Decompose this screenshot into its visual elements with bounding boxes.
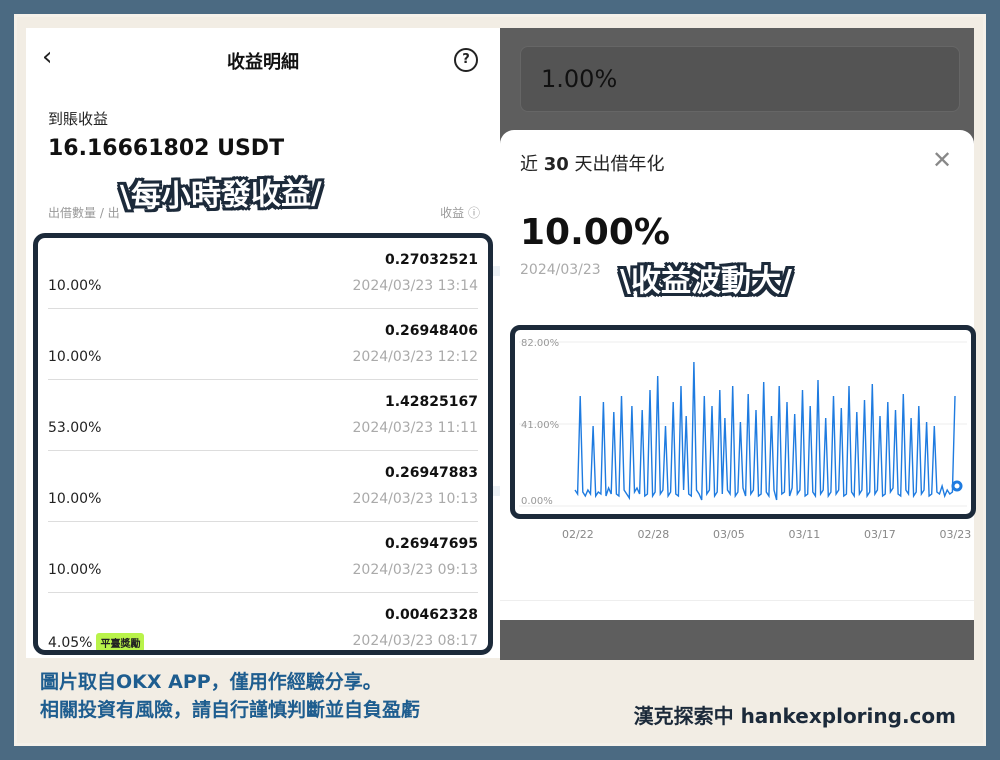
page-title: 收益明細 [227,52,299,73]
earnings-value: 16.16661802 USDT [48,136,285,161]
column-header-right: 收益 ⓘ [440,206,480,220]
earnings-list: 0.27032521 10.00% 2024/03/23 13:14 0.269… [33,233,493,655]
y-tick-label: 0.00% [521,496,553,507]
timestamp: 2024/03/23 11:11 [352,420,479,436]
list-item[interactable]: 0.26947695 10.00% 2024/03/23 09:13 [38,522,488,593]
lending-rate: 10.00% [48,491,102,507]
timestamp: 2024/03/23 13:14 [352,278,479,294]
earning-amount: 0.00462328 [385,607,478,623]
earnings-label: 到賬收益 [48,110,109,128]
lending-rate: 4.05% [48,635,93,651]
list-item[interactable]: 0.26948406 10.00% 2024/03/23 12:12 [38,309,488,380]
timestamp: 2024/03/23 12:12 [352,349,479,365]
timestamp: 2024/03/23 10:13 [352,491,479,507]
disclaimer-line-2: 相關投資有風險，請自行謹慎判斷並自負盈虧 [40,699,421,721]
x-tick-label: 03/17 [864,528,896,541]
caption-volatile-earnings: \收益波動大/ [620,264,792,299]
y-tick-label: 41.00% [521,420,559,431]
lending-rate: 10.00% [48,562,102,578]
sheet-title-prefix: 近 [520,154,544,175]
x-tick-label: 03/05 [713,528,745,541]
rate-line-chart: 82.00% 41.00% 0.00% [519,338,967,507]
earning-amount: 0.27032521 [385,252,478,268]
brand-label: 漢克探索中 hankexploring.com [633,704,956,728]
lending-rate: 10.00% [48,349,102,365]
earning-amount: 0.26948406 [385,323,478,339]
timestamp: 2024/03/23 08:17 [352,633,479,649]
column-header-left: 出借數量 / 出 [48,206,120,220]
rate-input[interactable]: 1.00% [520,46,960,112]
rate-chart: 82.00% 41.00% 0.00% [510,325,976,519]
list-item[interactable]: 1.42825167 53.00% 2024/03/23 11:11 [38,380,488,451]
last-point-marker[interactable] [951,480,963,492]
lending-rate-with-badge: 4.05% 平臺獎勵 [48,633,145,651]
timestamp: 2024/03/23 09:13 [352,562,479,578]
earning-amount: 1.42825167 [385,394,478,410]
close-icon[interactable]: ✕ [932,146,952,174]
y-tick-label: 82.00% [521,338,559,349]
rate-input-value: 1.00% [541,65,618,93]
lending-rate: 10.00% [48,278,102,294]
list-item[interactable]: 0.27032521 10.00% 2024/03/23 13:14 [38,238,488,309]
earning-amount: 0.26947695 [385,536,478,552]
x-tick-label: 03/11 [788,528,821,541]
lending-rate: 53.00% [48,420,102,436]
x-tick-label: 03/23 [939,528,972,541]
sheet-title: 近 30 天出借年化 [520,150,665,176]
list-item[interactable]: 0.00462328 4.05% 平臺獎勵 2024/03/23 08:17 [38,593,488,651]
rate-date: 2024/03/23 [520,262,601,278]
x-tick-label: 02/22 [562,528,594,541]
sheet-title-days: 30 [543,154,569,175]
chart-x-axis: 02/22 02/28 03/05 03/11 03/17 03/23 [542,528,982,546]
disclaimer-line-1: 圖片取自OKX APP，僅用作經驗分享。 [40,671,382,693]
list-item[interactable]: 0.26947883 10.00% 2024/03/23 10:13 [38,451,488,522]
question-circle-icon[interactable]: ? [454,48,478,72]
sheet-title-suffix: 天出借年化 [568,154,665,175]
divider [500,600,974,601]
platform-reward-badge: 平臺獎勵 [96,633,145,650]
footer-disclaimer: 圖片取自OKX APP，僅用作經驗分享。 相關投資有風險，請自行謹慎判斷並自負盈… [40,668,420,724]
annualized-rate-value: 10.00% [520,212,670,253]
earning-amount: 0.26947883 [385,465,478,481]
series-line [574,361,956,501]
caption-hourly-earnings: \每小時發收益/ [119,176,323,215]
x-tick-label: 02/28 [637,528,670,541]
